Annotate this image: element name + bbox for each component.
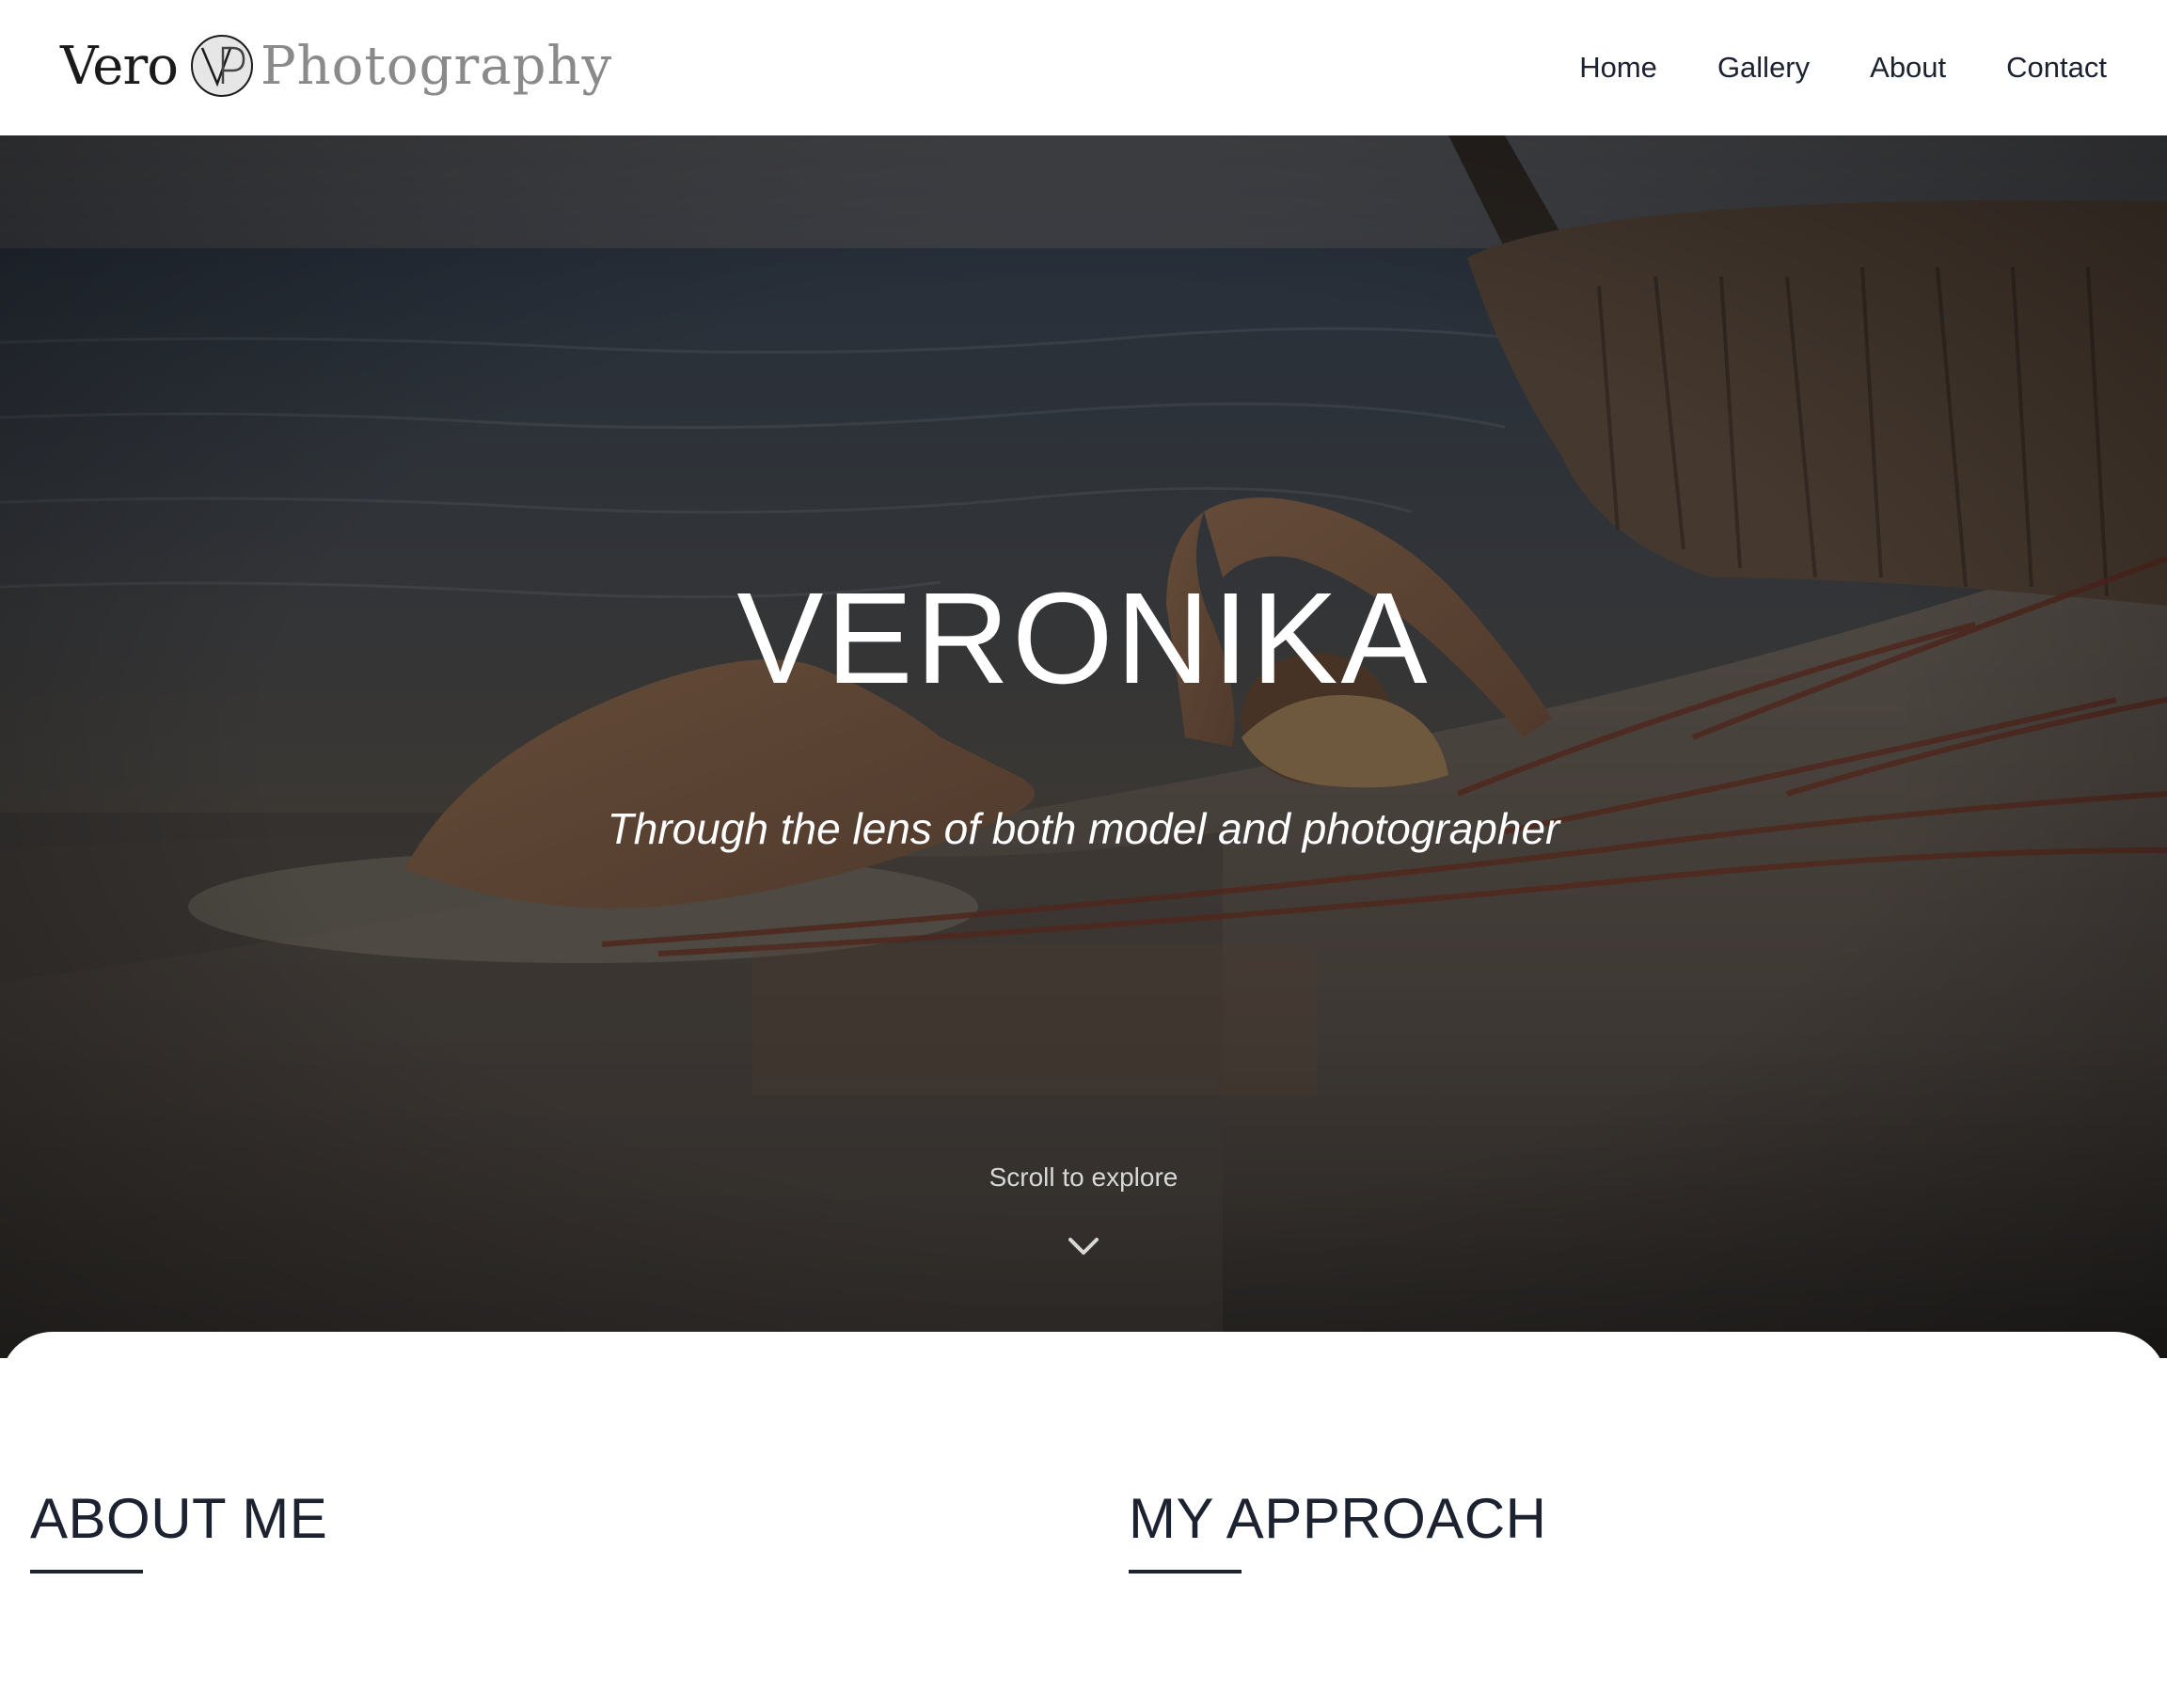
nav-link-contact[interactable]: Contact bbox=[2006, 47, 2107, 88]
nav-link-about[interactable]: About bbox=[1870, 47, 1946, 88]
logo-word-vero: Vero bbox=[60, 35, 179, 97]
logo-monogram-icon bbox=[190, 35, 253, 97]
site-header: Vero Photography Home Gallery About Cont… bbox=[0, 0, 2167, 135]
about-heading-divider bbox=[30, 1570, 143, 1574]
nav-link-gallery[interactable]: Gallery bbox=[1717, 47, 1810, 88]
hero-section: VERONIKA Through the lens of both model … bbox=[0, 135, 2167, 1358]
nav-link-home[interactable]: Home bbox=[1579, 47, 1657, 88]
logo-word-photography: Photography bbox=[260, 35, 613, 97]
about-me-heading: ABOUT ME bbox=[30, 1487, 328, 1550]
main-nav: Home Gallery About Contact bbox=[1579, 47, 2107, 88]
content-section: ABOUT ME MY APPROACH bbox=[0, 1332, 2167, 1708]
my-approach-heading: MY APPROACH bbox=[1129, 1487, 1547, 1550]
hero-subtitle: Through the lens of both model and photo… bbox=[607, 804, 1560, 853]
approach-heading-divider bbox=[1129, 1570, 1242, 1574]
scroll-hint[interactable]: Scroll to explore bbox=[0, 1159, 2167, 1196]
hero-title: VERONIKA bbox=[736, 566, 1431, 711]
chevron-down-icon[interactable] bbox=[1067, 1234, 1100, 1260]
site-logo[interactable]: Vero Photography bbox=[60, 28, 612, 103]
